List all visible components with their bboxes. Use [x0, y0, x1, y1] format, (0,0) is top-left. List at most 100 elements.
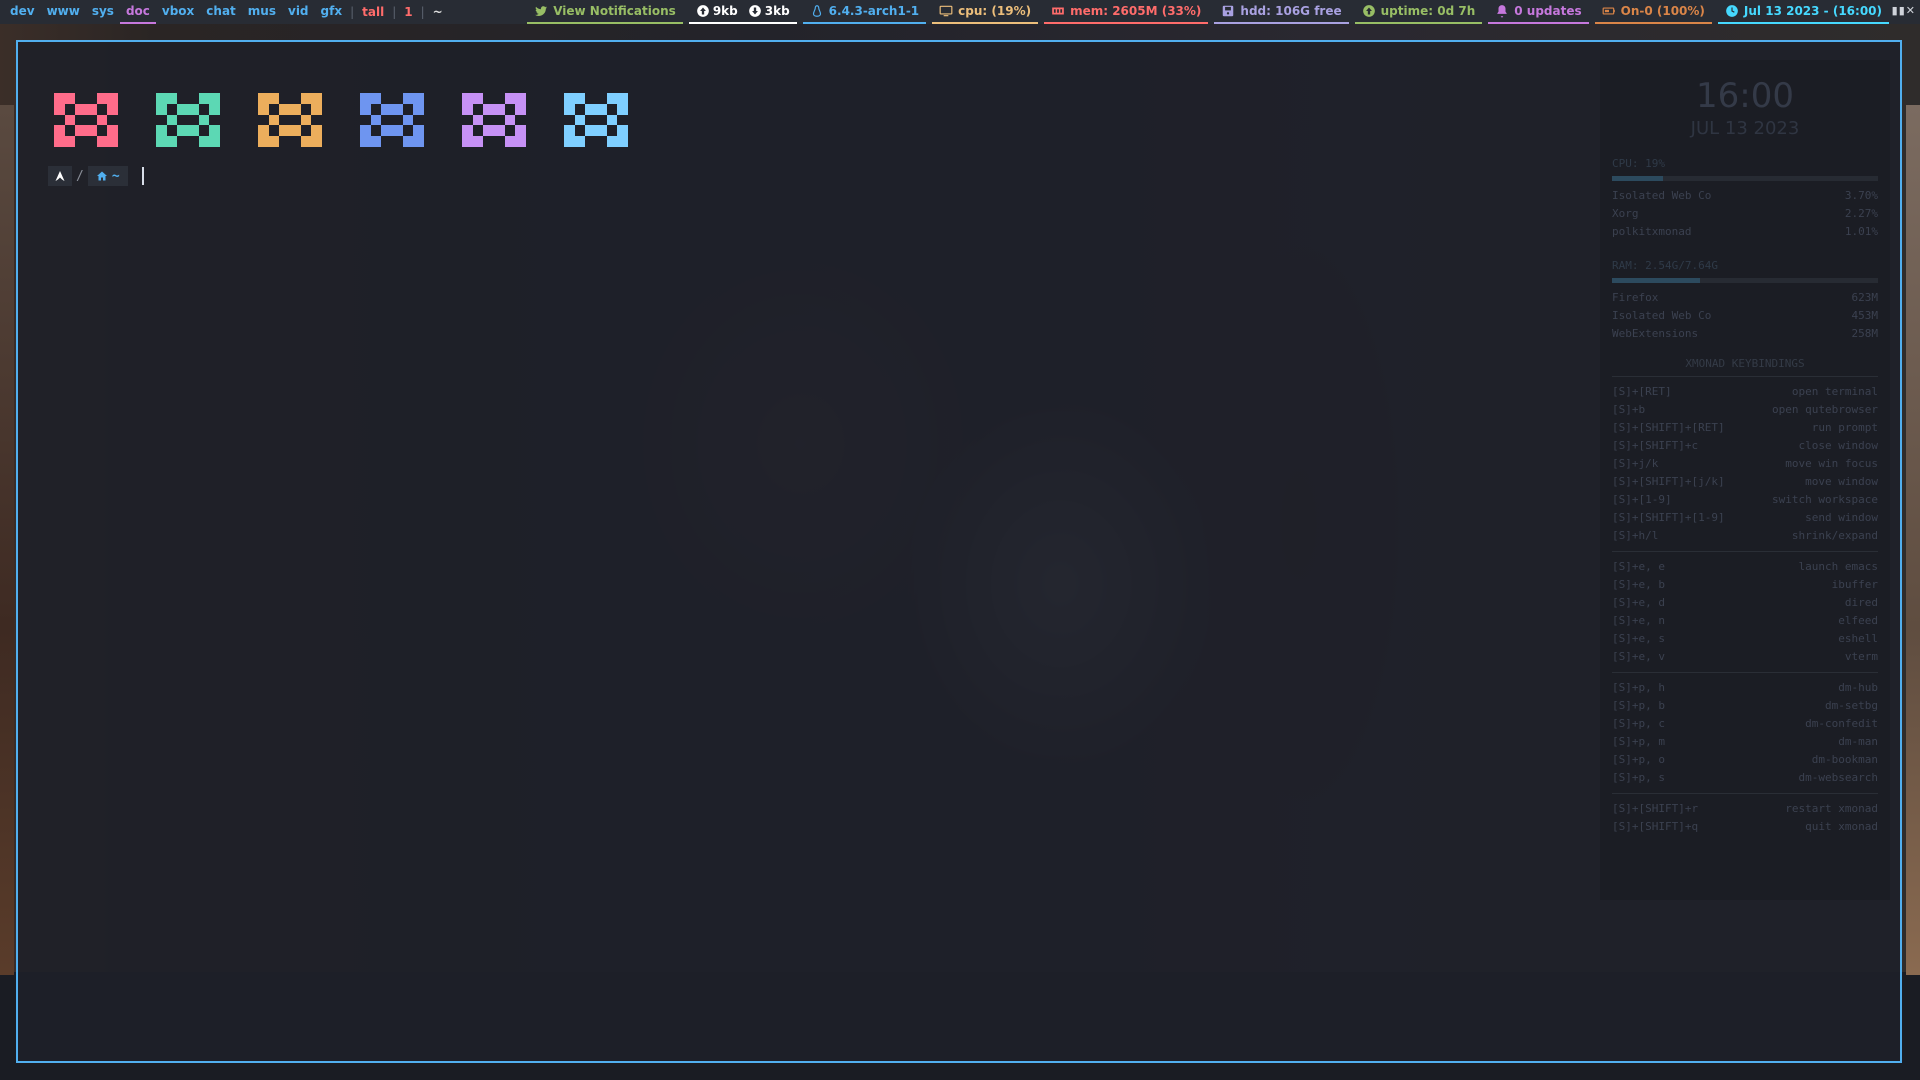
conky-row-key: [S]+e, n	[1612, 614, 1665, 627]
conky-row: [S]+p, b dm-setbg	[1600, 697, 1890, 715]
color-swatch	[258, 93, 322, 147]
conky-row-key: Xorg	[1612, 207, 1639, 220]
conky-row-value: dired	[1844, 596, 1878, 609]
conky-row: [S]+[RET] open terminal	[1600, 383, 1890, 401]
conky-row-value: 623M	[1851, 291, 1879, 304]
conky-process-list: Isolated Web Co 3.70% Xorg 2.27% polkitxmona…	[1600, 187, 1890, 241]
conky-row-key: Isolated Web Co	[1612, 189, 1712, 202]
battery-widget: On-0 (100%)	[1594, 0, 1712, 24]
conky-row-value: 258M	[1851, 327, 1879, 340]
conky-row-key: [S]+[SHIFT]+c	[1612, 439, 1699, 452]
separator: |	[420, 5, 425, 19]
conky-row-value: close window	[1798, 439, 1878, 452]
updates-widget[interactable]: 0 updates	[1488, 0, 1589, 24]
prompt-directory: ~	[87, 166, 128, 186]
conky-row-value: dm-confedit	[1805, 717, 1878, 730]
conky-cpu-bar	[1612, 176, 1878, 181]
conky-panel: 16:00 JUL 13 2023 CPU: 19% Isolated Web …	[1600, 60, 1890, 900]
conky-row-key: [S]+[SHIFT]+[RET]	[1612, 421, 1725, 434]
conky-row: [S]+[SHIFT]+q quit xmonad	[1600, 818, 1890, 836]
bell-icon	[1497, 5, 1507, 18]
penguin-icon	[812, 5, 821, 17]
clock-widget[interactable]: Jul 13 2023 - (16:00)	[1717, 0, 1889, 24]
conky-keys-list: [S]+[RET] open terminal [S]+b open qutebrow…	[1600, 383, 1890, 545]
monitor-icon	[939, 5, 953, 17]
conky-row-key: [S]+p, b	[1612, 699, 1665, 712]
workspace-chat[interactable]: chat	[200, 0, 242, 24]
divider	[1612, 551, 1878, 552]
workspace-gfx[interactable]: gfx	[315, 0, 349, 24]
conky-row: [S]+e, n elfeed	[1600, 612, 1890, 630]
conky-ram-header: RAM: 2.54G/7.64G	[1612, 259, 1718, 272]
conky-row: [S]+p, h dm-hub	[1600, 679, 1890, 697]
conky-row-key: [S]+[SHIFT]+[1-9]	[1612, 511, 1725, 524]
arrow-down-circle-icon	[748, 5, 761, 17]
text-cursor[interactable]	[141, 167, 144, 185]
conky-row-key: [S]+p, o	[1612, 753, 1665, 766]
clock-label: Jul 13 2023 - (16:00)	[1743, 4, 1882, 18]
conky-row: [S]+[SHIFT]+[j/k] move window	[1600, 473, 1890, 491]
workspace-sys[interactable]: sys	[86, 0, 120, 24]
conky-row-key: [S]+e, d	[1612, 596, 1665, 609]
conky-row: [S]+e, d dired	[1600, 594, 1890, 612]
net-down-label: 3kb	[764, 4, 790, 18]
conky-row-value: shrink/expand	[1791, 529, 1878, 542]
updates-label: 0 updates	[1514, 4, 1582, 18]
prompt-separator: /	[76, 168, 84, 184]
cpu-label: cpu: (19%)	[958, 4, 1032, 18]
network-widget: 9kb 3kb	[688, 0, 797, 24]
conky-row-value: open qutebrowser	[1772, 403, 1878, 416]
divider	[1612, 793, 1878, 794]
workspace-doc[interactable]: doc	[119, 0, 156, 24]
conky-row-key: [S]+[SHIFT]+q	[1612, 820, 1699, 833]
conky-row-key: [S]+p, h	[1612, 681, 1665, 694]
kernel-label: 6.4.3-arch1-1	[828, 4, 920, 18]
workspace-vbox[interactable]: vbox	[156, 0, 200, 24]
color-swatch	[54, 93, 118, 147]
conky-row-key: [S]+e, b	[1612, 578, 1665, 591]
arrow-up-circle-icon	[1362, 5, 1375, 17]
workspace-dev[interactable]: dev	[4, 0, 41, 24]
conky-row-key: WebExtensions	[1612, 327, 1699, 340]
conky-row: Xorg 2.27%	[1600, 205, 1890, 223]
conky-row: [S]+p, m dm-man	[1600, 733, 1890, 751]
conky-row: [S]+p, c dm-confedit	[1600, 715, 1890, 733]
layout-indicator[interactable]: tall	[356, 5, 390, 19]
conky-row: [S]+e, v vterm	[1600, 648, 1890, 666]
conky-row: WebExtensions 258M	[1600, 325, 1890, 343]
conky-row-key: [S]+e, v	[1612, 650, 1665, 663]
notifications-widget[interactable]: View Notifications	[527, 0, 683, 24]
conky-row-key: [S]+h/l	[1612, 529, 1659, 542]
conky-row-key: [S]+[SHIFT]+[j/k]	[1612, 475, 1725, 488]
clock-icon	[1726, 5, 1738, 17]
conky-row-value: restart xmonad	[1785, 802, 1878, 815]
conky-row: Firefox 623M	[1600, 289, 1890, 307]
conky-cpu-header: CPU: 19%	[1612, 157, 1665, 170]
cpu-widget: cpu: (19%)	[932, 0, 1039, 24]
systray-icon[interactable]: ▮▮✕	[1892, 4, 1916, 17]
conky-row-key: [S]+e, s	[1612, 632, 1665, 645]
window-count: 1	[404, 5, 413, 19]
conky-row: [S]+[SHIFT]+[RET] run prompt	[1600, 419, 1890, 437]
conky-row: [S]+j/k move win focus	[1600, 455, 1890, 473]
workspace-vid[interactable]: vid	[282, 0, 315, 24]
conky-row-key: [S]+e, e	[1612, 560, 1665, 573]
battery-icon	[1602, 7, 1615, 15]
conky-row: [S]+p, s dm-websearch	[1600, 769, 1890, 787]
conky-row-key: [S]+j/k	[1612, 457, 1659, 470]
workspace-www[interactable]: www	[41, 0, 86, 24]
wallpaper-edge-right	[1906, 105, 1920, 975]
conky-row-value: elfeed	[1838, 614, 1878, 627]
conky-row-value: open terminal	[1791, 385, 1878, 398]
workspace-list: dev www sys doc vbox chat mus vid gfx	[0, 0, 348, 24]
notifications-label: View Notifications	[553, 4, 676, 18]
separator: |	[392, 5, 397, 19]
conky-row: [S]+e, s eshell	[1600, 630, 1890, 648]
conky-keys-list: [S]+e, e launch emacs [S]+e, b ibuffer [S]+e…	[1600, 558, 1890, 666]
conky-row-value: dm-hub	[1838, 681, 1878, 694]
conky-row-value: eshell	[1838, 632, 1878, 645]
conky-row-key: [S]+p, m	[1612, 735, 1665, 748]
conky-row-key: Isolated Web Co	[1612, 309, 1712, 322]
conky-row-value: 1.01%	[1844, 225, 1878, 238]
workspace-mus[interactable]: mus	[242, 0, 282, 24]
